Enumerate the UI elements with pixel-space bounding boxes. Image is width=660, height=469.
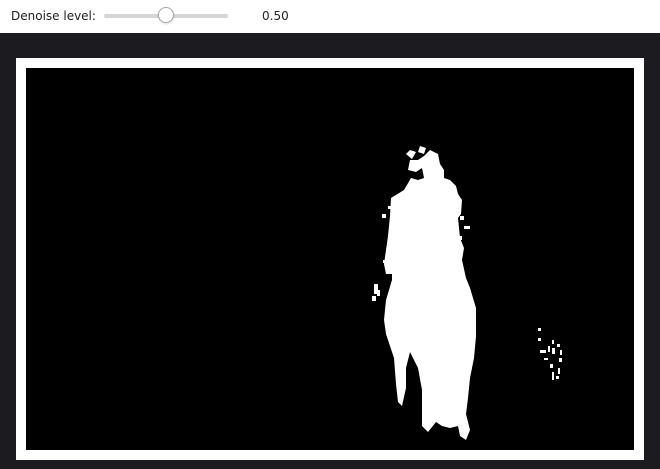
mask-silhouette — [372, 146, 562, 440]
mask-image — [26, 68, 634, 450]
toolbar: Denoise level: 0.50 — [0, 0, 660, 33]
image-viewport — [0, 33, 660, 469]
slider-thumb[interactable] — [158, 7, 174, 23]
denoise-level-slider[interactable] — [104, 7, 228, 25]
image-frame — [16, 58, 644, 460]
denoise-level-label: Denoise level: — [11, 9, 96, 23]
denoise-level-value: 0.50 — [262, 9, 289, 23]
